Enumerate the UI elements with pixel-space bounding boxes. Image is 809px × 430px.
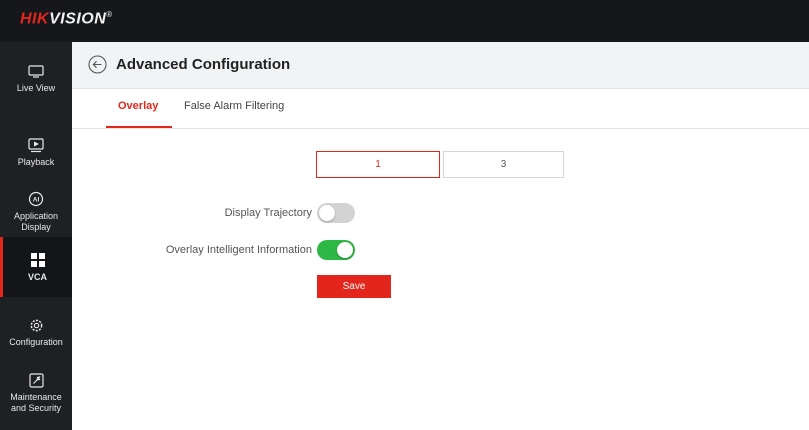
- page-header: Advanced Configuration: [72, 42, 809, 89]
- tab-bar: Overlay False Alarm Filtering: [72, 89, 809, 129]
- sidebar-item-vca[interactable]: VCA: [0, 237, 72, 297]
- toggle-knob: [337, 242, 353, 258]
- playback-icon: [26, 136, 46, 154]
- toggle-knob: [319, 205, 335, 221]
- ai-icon: AI: [26, 190, 46, 208]
- channel-button-3[interactable]: 3: [443, 151, 564, 178]
- monitor-icon: [26, 62, 46, 80]
- active-tab-indicator: [106, 126, 172, 128]
- sidebar-item-application-display[interactable]: AI Application Display: [0, 182, 72, 240]
- sidebar-item-label: Live View: [16, 83, 56, 94]
- sidebar-item-label: Maintenance and Security: [10, 392, 62, 413]
- tab-false-alarm-filtering[interactable]: False Alarm Filtering: [184, 100, 284, 112]
- tab-overlay[interactable]: Overlay: [118, 100, 158, 112]
- overlay-intelligent-information-toggle[interactable]: [317, 240, 355, 260]
- top-bar: HIKVISION®: [0, 0, 809, 42]
- sidebar-item-label: VCA: [27, 272, 47, 283]
- sidebar-item-label: Configuration: [9, 337, 63, 348]
- page-title: Advanced Configuration: [116, 56, 291, 73]
- sidebar-item-maintenance-and-security[interactable]: Maintenance and Security: [0, 367, 72, 417]
- sidebar-item-configuration[interactable]: Configuration: [0, 310, 72, 354]
- maintenance-icon: [26, 371, 46, 389]
- hikvision-logo: HIKVISION®: [20, 10, 113, 28]
- display-trajectory-label: Display Trajectory: [224, 207, 312, 219]
- sidebar-item-label: Playback: [17, 157, 55, 168]
- overlay-intelligent-information-label: Overlay Intelligent Information: [165, 244, 312, 256]
- svg-text:AI: AI: [33, 197, 40, 204]
- save-button[interactable]: Save: [317, 275, 391, 298]
- sidebar: Live View Playback AI Application Displa…: [0, 42, 72, 430]
- back-arrow-icon[interactable]: [88, 55, 107, 74]
- display-trajectory-toggle[interactable]: [317, 203, 355, 223]
- gear-icon: [26, 316, 46, 334]
- channel-button-1[interactable]: 1: [316, 151, 440, 178]
- sidebar-item-live-view[interactable]: Live View: [0, 56, 72, 100]
- sidebar-item-playback[interactable]: Playback: [0, 130, 72, 174]
- sidebar-item-label: Application Display: [13, 211, 59, 232]
- grid-icon: [28, 251, 48, 269]
